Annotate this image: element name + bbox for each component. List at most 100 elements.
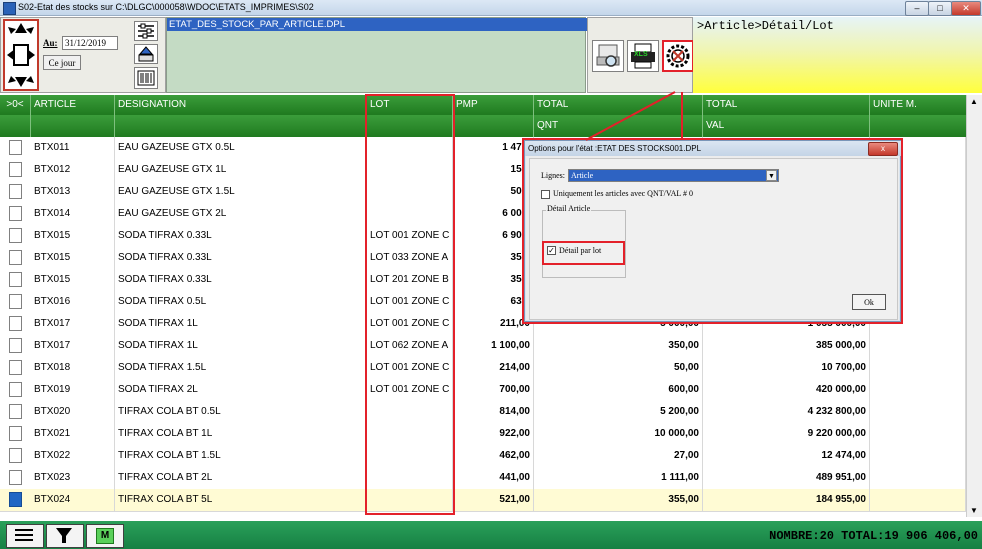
row-select-checkbox[interactable] [9,206,22,221]
table-row[interactable]: BTX019 SODA TIFRAX 2L LOT 001 ZONE C 700,00… [0,379,966,402]
toggle-zero-button[interactable]: >0< [0,95,31,115]
status-totals: NOMBRE:20 TOTAL:19 906 406,00 [769,529,978,543]
cell-unite [870,445,966,467]
cell-qnt: 1 111,00 [534,467,703,489]
cell-qnt: 355,00 [534,489,703,511]
cell-article: BTX015 [31,225,115,247]
cell-article: BTX015 [31,247,115,269]
row-select-checkbox[interactable] [9,426,22,441]
vertical-scrollbar[interactable]: ▲ ▼ [966,95,982,517]
cell-designation: TIFRAX COLA BT 5L [115,489,367,511]
minimize-button[interactable]: – [905,1,929,16]
row-select-checkbox[interactable] [9,382,22,397]
cell-val: 385 000,00 [703,335,870,357]
cell-designation: EAU GAZEUSE GTX 0.5L [115,137,367,159]
table-row[interactable]: BTX024 TIFRAX COLA BT 5L 521,00 355,00 184 9… [0,489,966,512]
row-select-checkbox[interactable] [9,492,22,507]
cell-pmp: 814,00 [453,401,534,423]
title-bar: S02-Etat des stocks sur C:\DLGC\000058\W… [0,0,982,16]
row-select-checkbox[interactable] [9,316,22,331]
menu-icon[interactable] [6,524,44,548]
cell-unite [870,489,966,511]
cell-article: BTX016 [31,291,115,313]
row-select-checkbox[interactable] [9,272,22,287]
export-upload-icon[interactable] [134,44,158,64]
subheader-cell [115,115,367,137]
cell-article: BTX015 [31,269,115,291]
cell-pmp: 462,00 [453,445,534,467]
row-select-checkbox[interactable] [9,338,22,353]
row-select-checkbox[interactable] [9,448,22,463]
print-preview-icon[interactable] [592,40,624,72]
xls-label: XLS [634,51,648,58]
report-file-name[interactable]: ETAT_DES_STOCK_PAR_ARTICLE.DPL [167,18,587,31]
cell-qnt: 600,00 [534,379,703,401]
move-arrows-icon[interactable] [3,19,39,91]
excel-export-icon[interactable]: XLS [627,40,659,72]
cell-val: 9 220 000,00 [703,423,870,445]
cell-pmp: 1 100,00 [453,335,534,357]
scroll-up-icon[interactable]: ▲ [970,97,978,106]
filter-icon[interactable] [46,524,84,548]
options-gear-icon[interactable] [662,40,694,72]
subheader-cell [453,115,534,137]
m-button[interactable]: M [86,524,124,548]
subheader-val: VAL [703,115,870,137]
row-select-checkbox[interactable] [9,228,22,243]
col-header-designation[interactable]: DESIGNATION [115,95,367,115]
cell-val: 489 951,00 [703,467,870,489]
cell-unite [870,335,966,357]
cell-designation: TIFRAX COLA BT 2L [115,467,367,489]
cell-designation: SODA TIFRAX 1.5L [115,357,367,379]
cell-article: BTX023 [31,467,115,489]
cell-designation: SODA TIFRAX 0.33L [115,269,367,291]
scroll-down-icon[interactable]: ▼ [970,506,978,515]
row-select-checkbox[interactable] [9,162,22,177]
date-label: Au: [43,38,58,48]
cell-qnt: 27,00 [534,445,703,467]
cell-article: BTX018 [31,357,115,379]
row-select-checkbox[interactable] [9,294,22,309]
table-row[interactable]: BTX023 TIFRAX COLA BT 2L 441,00 1 111,00 489… [0,467,966,490]
row-select-checkbox[interactable] [9,184,22,199]
row-select-checkbox[interactable] [9,250,22,265]
col-header-article[interactable]: ARTICLE [31,95,115,115]
table-row[interactable]: BTX018 SODA TIFRAX 1.5L LOT 001 ZONE C 214,… [0,357,966,380]
cell-designation: TIFRAX COLA BT 1.5L [115,445,367,467]
cell-designation: SODA TIFRAX 2L [115,379,367,401]
col-header-total-val[interactable]: TOTAL [703,95,870,115]
date-field[interactable]: 31/12/2019 [62,36,118,50]
subheader-cell [31,115,115,137]
maximize-button[interactable]: □ [928,1,952,16]
settings-sliders-icon[interactable] [134,21,158,41]
cell-pmp: 214,00 [453,357,534,379]
barcode-icon[interactable] [134,67,158,89]
grid-header-row: >0< ARTICLE DESIGNATION LOT PMP TOTAL TO… [0,95,966,115]
callout-lines [585,91,683,141]
row-select-checkbox[interactable] [9,470,22,485]
table-row[interactable]: BTX017 SODA TIFRAX 1L LOT 062 ZONE A1 100,… [0,335,966,358]
cell-article: BTX017 [31,313,115,335]
cell-val: 420 000,00 [703,379,870,401]
row-select-checkbox[interactable] [9,360,22,375]
app-icon [3,2,16,15]
cell-val: 4 232 800,00 [703,401,870,423]
table-row[interactable]: BTX022 TIFRAX COLA BT 1.5L 462,00 27,00 12 4… [0,445,966,468]
cell-qnt: 5 200,00 [534,401,703,423]
cell-designation: SODA TIFRAX 1L [115,313,367,335]
cell-pmp: 441,00 [453,467,534,489]
cell-val: 10 700,00 [703,357,870,379]
window-title: S02-Etat des stocks sur C:\DLGC\000058\W… [18,2,314,12]
row-select-checkbox[interactable] [9,404,22,419]
col-header-unite[interactable]: UNITE M. [870,95,966,115]
cell-qnt: 50,00 [534,357,703,379]
col-header-pmp[interactable]: PMP [453,95,534,115]
close-button[interactable]: ✕ [951,1,981,16]
cell-designation: EAU GAZEUSE GTX 1L [115,159,367,181]
cell-pmp: 922,00 [453,423,534,445]
table-row[interactable]: BTX021 TIFRAX COLA BT 1L 922,00 10 000,00 9 … [0,423,966,446]
table-row[interactable]: BTX020 TIFRAX COLA BT 0.5L 814,00 5 200,00 4… [0,401,966,424]
today-button[interactable]: Ce jour [43,55,81,70]
cell-qnt: 10 000,00 [534,423,703,445]
row-select-checkbox[interactable] [9,140,22,155]
